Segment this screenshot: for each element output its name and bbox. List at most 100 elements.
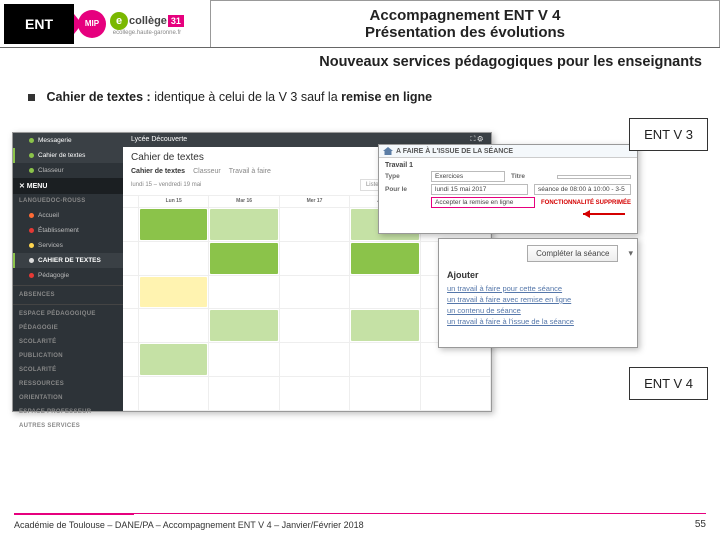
v3-section: Travail 1 (385, 162, 631, 169)
v3-form-header-text: A FAIRE À L'ISSUE DE LA SÉANCE (396, 148, 513, 155)
dot-icon (29, 273, 34, 278)
v4-side-messagerie[interactable]: Messagerie (13, 133, 123, 148)
v4-cat-3[interactable]: PUBLICATION (13, 349, 123, 363)
v4-cat-4[interactable]: SCOLARITÉ (13, 363, 123, 377)
v4-tab-travail[interactable]: Travail à faire (229, 168, 271, 175)
logo-ecollege: e collège 31 ecollege.haute-garonne.fr (110, 12, 184, 36)
screenshot-v3-menu: Compléter la séance ▾ Ajouter un travail … (438, 238, 638, 348)
lbl: Établissement (38, 227, 79, 234)
cal-event[interactable] (351, 243, 418, 274)
v4-cat-7[interactable]: ESPACE PROFESSEUR (13, 405, 123, 419)
lbl-type: Type (385, 173, 425, 180)
body-text: identique à celui de la V 3 sauf la (154, 90, 341, 104)
fld-remise-highlight[interactable]: Accepter la remise en ligne (431, 197, 535, 208)
sep (13, 304, 123, 305)
v4-cat-1[interactable]: PÉDAGOGIE (13, 321, 123, 335)
body-label: Cahier de textes : (46, 90, 150, 104)
v4-side-serv[interactable]: Services (13, 238, 123, 253)
arrow-removed-icon (583, 210, 633, 218)
v4-cat: LANGUEDOC-ROUSS (13, 194, 123, 208)
v4-cat-5[interactable]: RESSOURCES (13, 377, 123, 391)
dot-icon (29, 228, 34, 233)
lbl: CAHIER DE TEXTES (38, 257, 101, 264)
fld-pour[interactable]: lundi 15 mai 2017 (431, 184, 528, 195)
v4-side-etab[interactable]: Établissement (13, 223, 123, 238)
square-icon (29, 168, 34, 173)
cal-event[interactable] (140, 277, 207, 308)
v4-bar-title: Lycée Découverte (131, 136, 187, 144)
cal-event[interactable] (210, 310, 277, 341)
v4-menu-toggle[interactable]: ✕ MENU (13, 178, 123, 194)
v4-cat-8[interactable]: AUTRES SERVICES (13, 419, 123, 433)
v3-menu-item[interactable]: un travail à faire à l'issue de la séanc… (447, 317, 629, 326)
dot-icon (29, 213, 34, 218)
label-ent-v4: ENT V 4 (629, 367, 708, 400)
v4-side-peda[interactable]: Pédagogie (13, 268, 123, 283)
dayh: Mer 17 (280, 196, 350, 208)
v4-side-cdt[interactable]: CAHIER DE TEXTES (13, 253, 123, 268)
slide-title: Accompagnement ENT V 4 Présentation des … (210, 0, 720, 47)
v3-complete-button[interactable]: Compléter la séance (527, 245, 618, 262)
v3-menu-item[interactable]: un travail à faire avec remise en ligne (447, 295, 629, 304)
v4-side-classeur[interactable]: Classeur (13, 163, 123, 178)
v4-side-cahier[interactable]: Cahier de textes (13, 148, 123, 163)
lbl: Messagerie (38, 137, 72, 144)
illustration-area: ENT V 3 ENT V 4 Messagerie Cahier de tex… (12, 120, 708, 420)
fld-type[interactable]: Exercices (431, 171, 505, 182)
fld-de[interactable]: séance de 08:00 à 10:00 - 3-5 (534, 184, 631, 195)
slide-subtitle: Nouveaux services pédagogiques pour les … (0, 48, 720, 70)
v4-bar-icons[interactable]: ⛶ ⚙ (470, 136, 483, 144)
dayh: Lun 15 (139, 196, 209, 208)
logo-block: ENT MIP e collège 31 ecollege.haute-garo… (0, 0, 210, 47)
sep (13, 285, 123, 286)
screenshot-v3-form: A FAIRE À L'ISSUE DE LA SÉANCE Travail 1… (378, 144, 638, 234)
logo-mip: MIP (78, 10, 106, 38)
dot-icon (29, 258, 34, 263)
v4-side-accueil[interactable]: Accueil (13, 208, 123, 223)
v4-cat-6[interactable]: ORIENTATION (13, 391, 123, 405)
cal-event[interactable] (210, 209, 277, 240)
fld-titre[interactable] (557, 175, 631, 179)
v3-menu-item[interactable]: un contenu de séance (447, 306, 629, 315)
v4-cat-a[interactable]: ABSENCES (13, 288, 123, 302)
lbl: Accueil (38, 212, 59, 219)
bullet-icon (28, 94, 35, 101)
v4-cat-2[interactable]: SCOLARITÉ (13, 335, 123, 349)
v3-menu-list: un travail à faire pour cette séance un … (439, 284, 637, 326)
dayh: Mar 16 (209, 196, 279, 208)
logo-31-badge: 31 (168, 15, 184, 27)
v4-sidebar: Messagerie Cahier de textes Classeur ✕ M… (13, 133, 123, 411)
v4-tab-cdt[interactable]: Cahier de textes (131, 168, 185, 175)
lbl: Pédagogie (38, 272, 69, 279)
lbl-titre: Titre (511, 173, 551, 180)
removed-label: FONCTIONNALITÉ SUPPRIMÉE (541, 200, 631, 206)
square-icon (29, 138, 34, 143)
v3-menu-item[interactable]: un travail à faire pour cette séance (447, 284, 629, 293)
lbl: Classeur (38, 167, 64, 174)
cal-event[interactable] (140, 344, 207, 375)
v3-menu-heading: Ajouter (439, 268, 637, 282)
cal-event[interactable] (210, 243, 277, 274)
title-line-1: Accompagnement ENT V 4 (370, 7, 561, 24)
logo-subtext: ecollege.haute-garonne.fr (113, 30, 181, 36)
footer-text: Académie de Toulouse – DANE/PA – Accompa… (14, 520, 364, 530)
slide-footer: Académie de Toulouse – DANE/PA – Accompa… (0, 519, 720, 530)
lbl: Cahier de textes (38, 152, 85, 159)
v4-cat-0[interactable]: ESPACE PÉDAGOGIQUE (13, 307, 123, 321)
footer-accent (14, 513, 134, 515)
v4-tab-classeur[interactable]: Classeur (193, 168, 221, 175)
lbl: Services (38, 242, 63, 249)
cal-event[interactable] (351, 310, 418, 341)
dot-icon (29, 243, 34, 248)
label-ent-v3: ENT V 3 (629, 118, 708, 151)
chevron-down-icon[interactable]: ▾ (624, 248, 637, 258)
home-icon (383, 147, 393, 155)
v3-form-header: A FAIRE À L'ISSUE DE LA SÉANCE (379, 145, 637, 158)
v4-date-range: lundi 15 – vendredi 19 mai (131, 182, 201, 188)
cal-event[interactable] (140, 209, 207, 240)
logo-college-text: collège (129, 15, 167, 27)
logo-e-icon: e (110, 12, 128, 30)
page-number: 55 (695, 519, 706, 530)
body-bullet: Cahier de textes : identique à celui de … (0, 70, 720, 114)
logo-ent: ENT (4, 4, 74, 44)
